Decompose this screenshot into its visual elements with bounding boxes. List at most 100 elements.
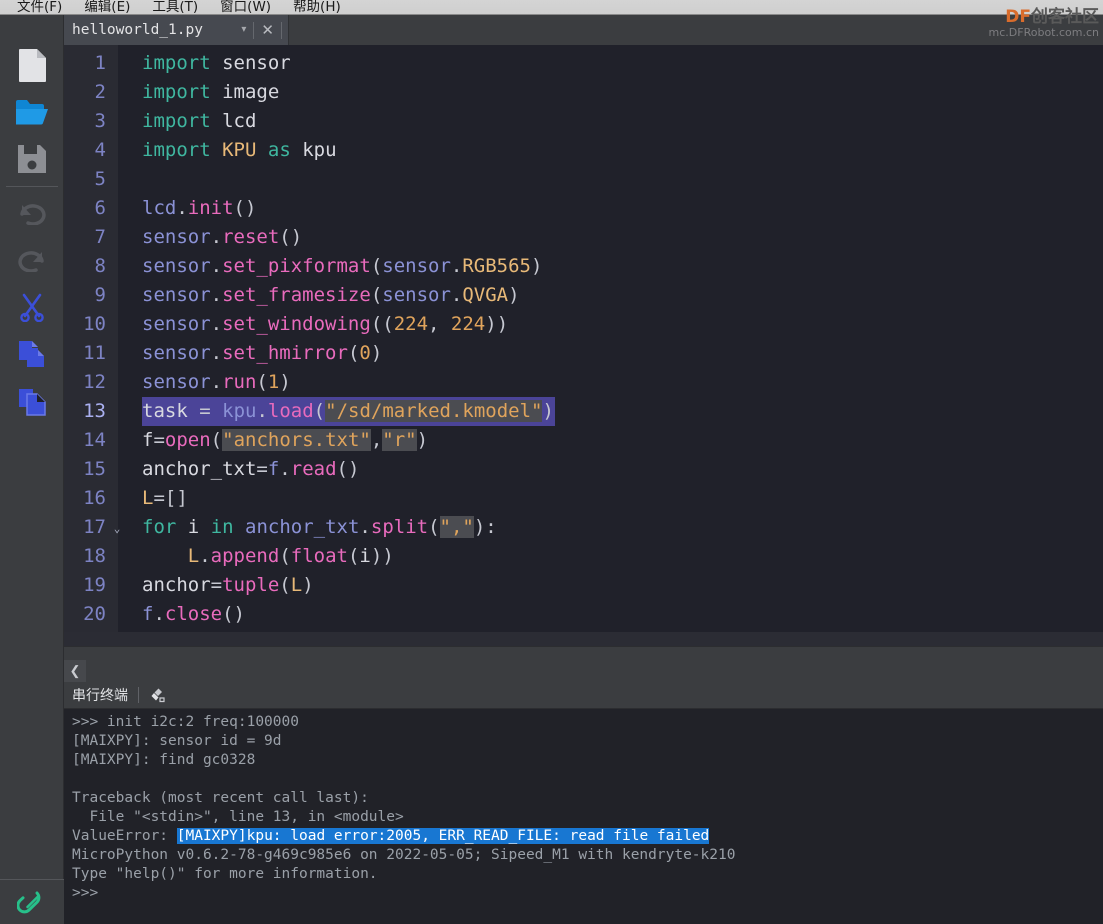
line-number: 1 (94, 52, 106, 74)
terminal-line-prefix: ValueError: (72, 828, 177, 844)
copy-icon[interactable] (0, 330, 64, 377)
menu-file[interactable]: 文件(F) (6, 0, 73, 14)
code-line[interactable]: 7 sensor.reset() (64, 223, 1103, 252)
redo-icon[interactable] (0, 236, 64, 283)
close-icon[interactable]: ✕ (254, 22, 281, 38)
code-line[interactable]: 1 import sensor (64, 49, 1103, 78)
terminal-error-line: ValueError: [MAIXPY]kpu: load error:2005… (72, 827, 1103, 846)
code-line-text: f.close() (142, 603, 245, 625)
code-line[interactable]: 20 f.close() (64, 600, 1103, 629)
connect-plug-icon[interactable] (0, 880, 64, 924)
code-line[interactable]: 18 L.append(float(i)) (64, 542, 1103, 571)
code-line[interactable]: 19 anchor=tuple(L) (64, 571, 1103, 600)
terminal-line: MicroPython v0.6.2-78-g469c985e6 on 2022… (72, 847, 736, 863)
terminal-line: Type "help()" for more information. (72, 866, 378, 882)
terminal-tab-serial[interactable]: 串行终端 (72, 685, 128, 705)
code-line[interactable]: 10 sensor.set_windowing((224, 224)) (64, 310, 1103, 339)
menu-edit[interactable]: 编辑(E) (73, 0, 141, 14)
code-line[interactable]: 5 (64, 165, 1103, 194)
line-number: 6 (94, 197, 106, 219)
line-number: 12 (83, 371, 106, 393)
code-line-text: anchor_txt=f.read() (142, 458, 360, 480)
paste-icon[interactable] (0, 377, 64, 424)
line-number: 13 (83, 400, 106, 422)
code-line[interactable]: 15 anchor_txt=f.read() (64, 455, 1103, 484)
left-toolbar (0, 15, 64, 924)
code-line-text (128, 165, 1103, 194)
code-line-text: f=open("anchors.txt","r") (142, 429, 429, 451)
line-number: 10 (83, 313, 106, 335)
ide-window: 文件(F) 编辑(E) 工具(T) 窗口(W) 帮助(H) DF创客社区 mc.DFRo… (0, 0, 1103, 924)
code-line[interactable]: 3 import lcd (64, 107, 1103, 136)
line-number: 16 (83, 487, 106, 509)
line-number: 17 (83, 516, 106, 538)
code-line-text: anchor=tuple(L) (142, 574, 314, 596)
clear-broom-icon[interactable] (149, 687, 165, 703)
code-line[interactable]: 13 task = kpu.load("/sd/marked.kmodel") (64, 397, 1103, 426)
line-number: 11 (83, 342, 106, 364)
fold-chevron-icon[interactable]: ⌄ (106, 513, 128, 542)
code-line[interactable]: 16 L=[] (64, 484, 1103, 513)
chevron-down-icon[interactable]: ▾ (237, 25, 253, 35)
code-line-text: sensor.run(1) (142, 371, 291, 393)
editor-horizontal-scrollbar[interactable] (64, 632, 1103, 646)
undo-icon[interactable] (0, 189, 64, 236)
new-file-icon[interactable] (0, 41, 64, 88)
code-line-text: sensor.set_framesize(sensor.QVGA) (142, 284, 520, 306)
terminal-line: >>> (72, 885, 99, 901)
terminal-selected-text: [MAIXPY]kpu: load error:2005, ERR_READ_F… (176, 828, 710, 844)
save-icon[interactable] (0, 135, 64, 182)
code-line[interactable]: 8 sensor.set_pixformat(sensor.RGB565) (64, 252, 1103, 281)
code-line[interactable]: 9 sensor.set_framesize(sensor.QVGA) (64, 281, 1103, 310)
line-number: 8 (94, 255, 106, 277)
line-number: 4 (94, 139, 106, 161)
cut-icon[interactable] (0, 283, 64, 330)
editor-tab-filename: helloworld_1.py (72, 22, 203, 38)
tab-separator-2 (281, 21, 282, 39)
code-line-text: import lcd (142, 110, 257, 132)
toolbar-divider (5, 186, 58, 187)
code-line-text: lcd.init() (142, 197, 257, 219)
menu-tools[interactable]: 工具(T) (141, 0, 209, 14)
editor-tab[interactable]: helloworld_1.py ▾ ✕ (64, 15, 289, 45)
line-number: 20 (83, 603, 106, 625)
code-line[interactable]: 14 f=open("anchors.txt","r") (64, 426, 1103, 455)
terminal-line: File "<stdin>", line 13, in <module> (72, 809, 404, 825)
code-line[interactable]: 6 lcd.init() (64, 194, 1103, 223)
code-editor[interactable]: 1 import sensor 2 import image 3 import lcd 4 i… (64, 45, 1103, 646)
code-line[interactable]: 11 sensor.set_hmirror(0) (64, 339, 1103, 368)
code-line-text: sensor.set_pixformat(sensor.RGB565) (142, 255, 543, 277)
code-line-text: for i in anchor_txt.split(","): (142, 516, 497, 538)
line-number: 2 (94, 81, 106, 103)
menu-help[interactable]: 帮助(H) (282, 0, 352, 14)
editor-terminal-splitter[interactable] (64, 646, 1103, 660)
terminal-output[interactable]: >>> init i2c:2 freq:100000 [MAIXPY]: sens… (64, 708, 1103, 924)
collapse-left-icon[interactable]: ❮ (64, 660, 86, 682)
code-line[interactable]: 2 import image (64, 78, 1103, 107)
terminal-line: [MAIXPY]: find gc0328 (72, 752, 256, 768)
line-number: 9 (94, 284, 106, 306)
open-folder-icon[interactable] (0, 88, 64, 135)
menu-window[interactable]: 窗口(W) (209, 0, 282, 14)
code-line-text: sensor.set_hmirror(0) (142, 342, 383, 364)
code-line[interactable]: 17 ⌄ for i in anchor_txt.split(","): (64, 513, 1103, 542)
code-line[interactable]: 4 import KPU as kpu (64, 136, 1103, 165)
code-line-text: import KPU as kpu (142, 139, 337, 161)
code-line[interactable]: 12 sensor.run(1) (64, 368, 1103, 397)
terminal-collapse-bar: ❮ (64, 660, 1103, 682)
